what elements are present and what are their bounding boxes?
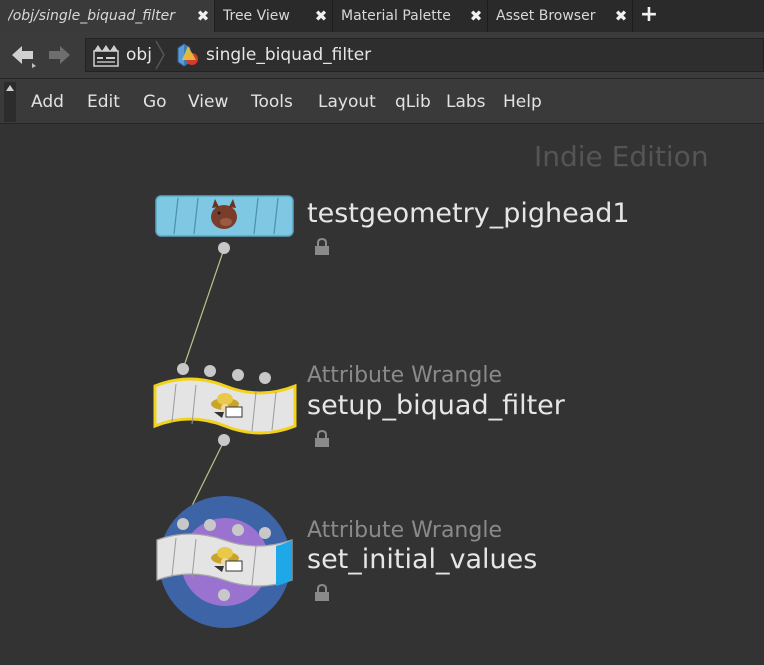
lock-icon[interactable] (313, 238, 331, 256)
node-testgeometry[interactable] (155, 195, 294, 237)
input-connector[interactable] (232, 369, 244, 381)
node-name[interactable]: set_initial_values (307, 544, 537, 575)
input-connector[interactable] (259, 527, 271, 539)
input-connector[interactable] (204, 365, 216, 377)
node-type-label: Attribute Wrangle (307, 363, 502, 388)
input-connector[interactable] (177, 363, 189, 375)
input-connector[interactable] (204, 519, 216, 531)
display-flag[interactable] (276, 540, 292, 586)
node-name[interactable]: setup_biquad_filter (307, 390, 565, 421)
node-name[interactable]: testgeometry_pighead1 (307, 198, 630, 229)
input-connector[interactable] (232, 524, 244, 536)
wire (182, 248, 225, 370)
output-connector[interactable] (218, 242, 230, 254)
node-setup-biquad-filter[interactable] (153, 377, 297, 435)
lock-icon[interactable] (313, 430, 331, 448)
input-connector[interactable] (259, 372, 271, 384)
output-connector[interactable] (218, 589, 230, 601)
output-connector[interactable] (218, 434, 230, 446)
node-type-label: Attribute Wrangle (307, 518, 502, 543)
input-connector[interactable] (177, 518, 189, 530)
lock-icon[interactable] (313, 584, 331, 602)
